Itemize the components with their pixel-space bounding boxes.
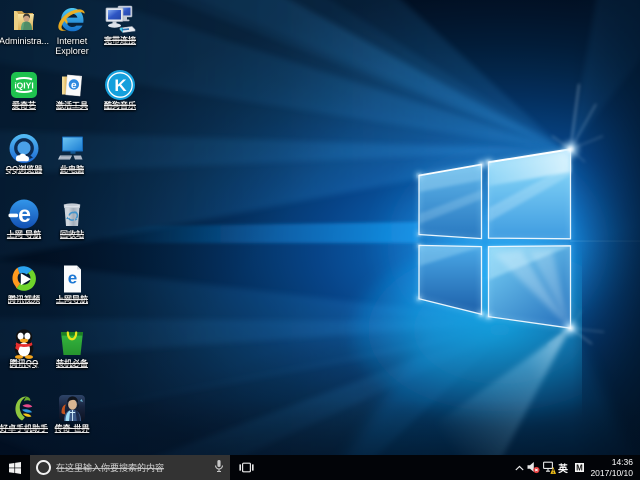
svg-text:e: e bbox=[68, 268, 77, 287]
svg-text:K: K bbox=[114, 76, 127, 95]
svg-text:e: e bbox=[18, 201, 31, 227]
svg-text:iQIYI: iQIYI bbox=[14, 80, 33, 90]
